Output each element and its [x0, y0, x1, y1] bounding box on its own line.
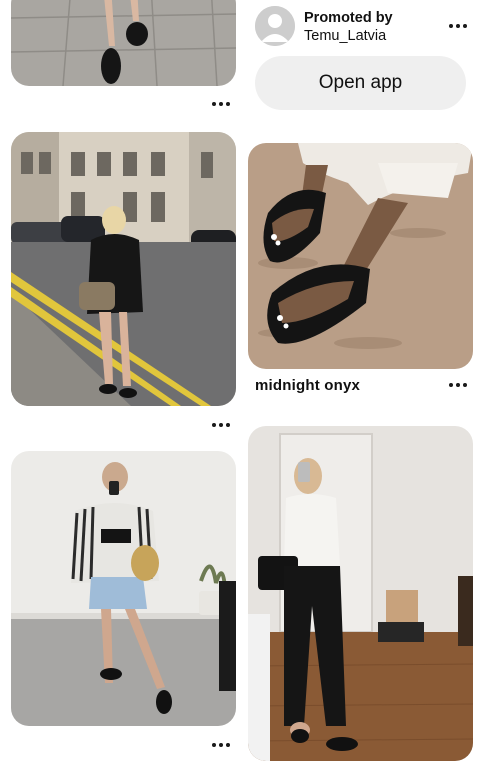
open-app-button[interactable]: Open app: [255, 56, 466, 110]
promoted-more-icon[interactable]: [446, 19, 470, 33]
pin-image-flipflops-pavement[interactable]: [11, 0, 236, 86]
pin-3-title[interactable]: midnight onyx: [255, 377, 360, 394]
pin-image-sandals-on-sand[interactable]: [248, 143, 473, 369]
pin-image-white-tank-selfie[interactable]: [248, 426, 473, 761]
pin-2-more-icon[interactable]: [209, 418, 233, 432]
pin-3-more-icon[interactable]: [446, 378, 470, 392]
pin-4-more-icon[interactable]: [209, 738, 233, 752]
promoted-by-text[interactable]: Promoted by Temu_Latvia: [304, 9, 393, 45]
pin-image-striped-shirt-selfie[interactable]: [11, 451, 236, 726]
user-avatar-icon[interactable]: [255, 6, 295, 46]
pin-image-street-outfit[interactable]: [11, 132, 236, 406]
promoted-label: Promoted by: [304, 10, 393, 26]
pin-1-more-icon[interactable]: [209, 97, 233, 111]
advertiser-name[interactable]: Temu_Latvia: [304, 27, 393, 45]
